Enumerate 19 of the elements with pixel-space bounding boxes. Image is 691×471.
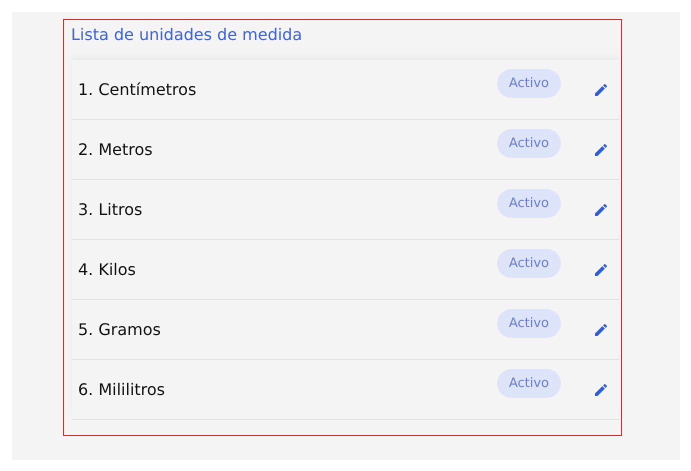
status-badge: Activo bbox=[496, 309, 561, 338]
pencil-icon bbox=[593, 262, 609, 278]
pencil-icon bbox=[593, 382, 609, 398]
unit-name: 1. Centímetros bbox=[78, 80, 198, 99]
status-badge: Activo bbox=[496, 189, 561, 218]
unit-name: 5. Gramos bbox=[78, 320, 162, 339]
unit-name: 6. Mililitros bbox=[78, 380, 166, 399]
unit-name: 4. Kilos bbox=[78, 260, 137, 279]
list-title: Lista de unidades de medida bbox=[70, 24, 304, 46]
pencil-icon bbox=[593, 82, 609, 98]
status-badge: Activo bbox=[496, 249, 561, 278]
unit-name: 3. Litros bbox=[78, 200, 144, 219]
status-badge: Activo bbox=[496, 129, 561, 158]
status-badge: Activo bbox=[496, 369, 561, 398]
pencil-icon bbox=[593, 322, 609, 338]
unit-name: 2. Metros bbox=[78, 140, 154, 159]
pencil-icon bbox=[593, 202, 609, 218]
status-badge: Activo bbox=[496, 69, 561, 98]
pencil-icon bbox=[593, 142, 609, 158]
